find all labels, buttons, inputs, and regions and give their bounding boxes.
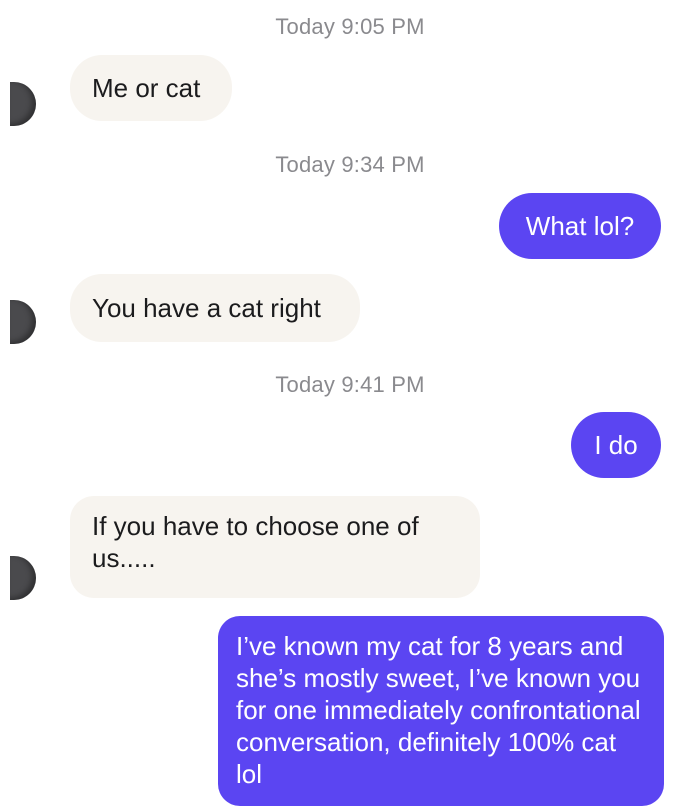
outgoing-message[interactable]: What lol? [499,193,661,259]
avatar-icon[interactable] [10,82,36,126]
incoming-message[interactable]: You have a cat right [70,274,360,342]
timestamp: Today 9:05 PM [275,14,425,39]
incoming-message[interactable]: Me or cat [70,55,232,121]
avatar-icon[interactable] [10,300,36,344]
outgoing-message[interactable]: I do [571,412,661,478]
outgoing-message[interactable]: I’ve known my cat for 8 years and she’s … [218,616,664,806]
timestamp: Today 9:41 PM [275,372,425,397]
avatar-icon[interactable] [10,556,36,600]
timestamp: Today 9:34 PM [275,152,425,177]
incoming-message[interactable]: If you have to choose one of us..... [70,496,480,598]
chat-thread: Today 9:05 PM Me or cat Today 9:34 PM Wh… [0,0,700,811]
